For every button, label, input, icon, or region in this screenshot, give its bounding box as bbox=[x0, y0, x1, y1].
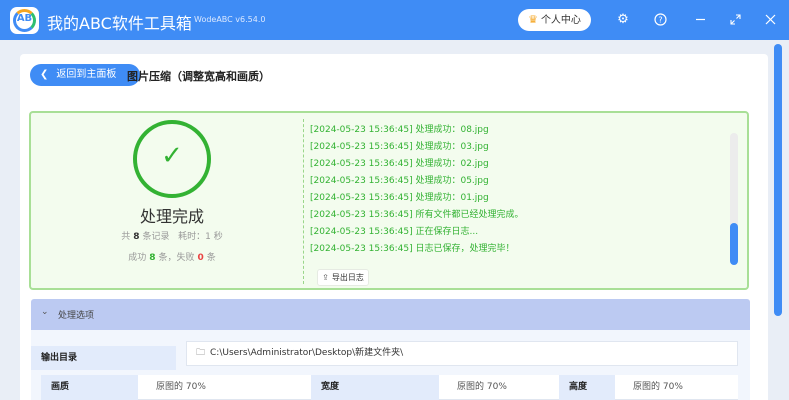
log-line: [2024-05-23 15:36:45] 处理成功：05.jpg bbox=[310, 176, 489, 186]
options-header[interactable]: ⌄ 处理选项 bbox=[31, 299, 750, 330]
back-button-label: 返回到主面板 bbox=[56, 69, 117, 80]
log-line: [2024-05-23 15:36:45] 处理成功：08.jpg bbox=[310, 125, 489, 135]
log-list: [2024-05-23 15:36:45] 处理成功：08.jpg [2024-… bbox=[310, 122, 720, 258]
time-suffix: 秒 bbox=[213, 232, 223, 242]
title-bar: AB 我的ABC软件工具箱 WodeABC v6.54.0 ♛ 个人中心 ⚙ ? bbox=[0, 0, 789, 40]
width-label: 宽度 bbox=[311, 375, 439, 400]
user-center-button[interactable]: ♛ 个人中心 bbox=[518, 9, 591, 31]
app-title: 我的ABC软件工具箱 bbox=[47, 14, 192, 33]
page-title: 图片压缩（调整宽高和画质） bbox=[127, 70, 270, 83]
log-line: [2024-05-23 15:36:45] 所有文件都已经处理完成。 bbox=[310, 210, 524, 220]
success-count: 8 bbox=[149, 253, 156, 263]
log-line: [2024-05-23 15:36:45] 正在保存日志... bbox=[310, 227, 479, 237]
minimize-icon[interactable] bbox=[690, 10, 710, 30]
app-logo-text: AB bbox=[16, 13, 33, 24]
window-scrollbar[interactable] bbox=[774, 44, 782, 400]
height-value[interactable]: 原图的 70% bbox=[615, 375, 738, 400]
dashed-divider bbox=[303, 119, 304, 284]
fail-suffix: 条 bbox=[206, 253, 216, 263]
total-prefix: 共 bbox=[121, 232, 131, 242]
export-log-button[interactable]: ⇪ 导出日志 bbox=[317, 269, 369, 286]
help-icon[interactable]: ? bbox=[650, 10, 670, 30]
log-line: [2024-05-23 15:36:45] 日志已保存，处理完毕！ bbox=[310, 244, 515, 254]
fail-count: 0 bbox=[197, 253, 204, 263]
chevron-left-icon: ❮ bbox=[40, 69, 49, 80]
total-suffix: 条记录 bbox=[142, 232, 170, 242]
quality-label: 画质 bbox=[41, 375, 138, 400]
close-icon[interactable] bbox=[760, 10, 780, 30]
total-count: 8 bbox=[133, 232, 140, 242]
chevron-down-icon: ⌄ bbox=[41, 307, 49, 317]
time-value: 1 bbox=[205, 232, 211, 242]
log-scrollbar-thumb[interactable] bbox=[730, 223, 738, 265]
log-line: [2024-05-23 15:36:45] 处理成功：02.jpg bbox=[310, 159, 489, 169]
width-value[interactable]: 原图的 70% bbox=[439, 375, 559, 400]
status-text: 处理完成 bbox=[139, 207, 204, 226]
export-log-label: 导出日志 bbox=[331, 273, 364, 282]
options-header-label: 处理选项 bbox=[58, 311, 95, 321]
success-check-icon: ✓ bbox=[133, 120, 211, 198]
log-line: [2024-05-23 15:36:45] 处理成功：01.jpg bbox=[310, 193, 489, 203]
log-line: [2024-05-23 15:36:45] 处理成功：03.jpg bbox=[310, 142, 489, 152]
app-version: WodeABC v6.54.0 bbox=[194, 15, 266, 24]
success-fail-line: 成功 8 条，失败 0 条 bbox=[81, 250, 263, 263]
content-panel: ❮ 返回到主面板 图片压缩（调整宽高和画质） ✓ 处理完成 共 8 条记录 耗时：1 … bbox=[20, 54, 768, 400]
restore-icon[interactable] bbox=[725, 10, 745, 30]
svg-text:?: ? bbox=[658, 16, 662, 25]
success-prefix: 成功 bbox=[128, 253, 147, 263]
output-dir-label: 输出目录 bbox=[31, 346, 176, 370]
window-scrollbar-thumb[interactable] bbox=[774, 44, 782, 316]
result-panel: ✓ 处理完成 共 8 条记录 耗时：1 秒 成功 8 条，失败 0 条 [2024-05-2… bbox=[29, 111, 749, 290]
back-to-main-button[interactable]: ❮ 返回到主面板 bbox=[30, 64, 140, 86]
success-suffix: 条，失败 bbox=[158, 253, 195, 263]
folder-icon: 🗀 bbox=[196, 348, 206, 358]
export-icon: ⇪ bbox=[322, 273, 329, 282]
user-center-label: 个人中心 bbox=[540, 15, 581, 26]
output-dir-field[interactable]: 🗀 C:\Users\Administrator\Desktop\新建文件夹\ bbox=[186, 341, 738, 366]
log-scrollbar[interactable] bbox=[730, 133, 738, 265]
crown-icon: ♛ bbox=[528, 13, 538, 26]
time-prefix: 耗时： bbox=[178, 232, 206, 242]
summary-line: 共 8 条记录 耗时：1 秒 bbox=[81, 229, 263, 242]
output-dir-path: C:\Users\Administrator\Desktop\新建文件夹\ bbox=[210, 348, 404, 358]
height-label: 高度 bbox=[559, 375, 615, 400]
app-logo-icon: AB bbox=[10, 7, 39, 34]
quality-value[interactable]: 原图的 70% bbox=[138, 375, 311, 400]
settings-icon[interactable]: ⚙ bbox=[613, 10, 633, 30]
